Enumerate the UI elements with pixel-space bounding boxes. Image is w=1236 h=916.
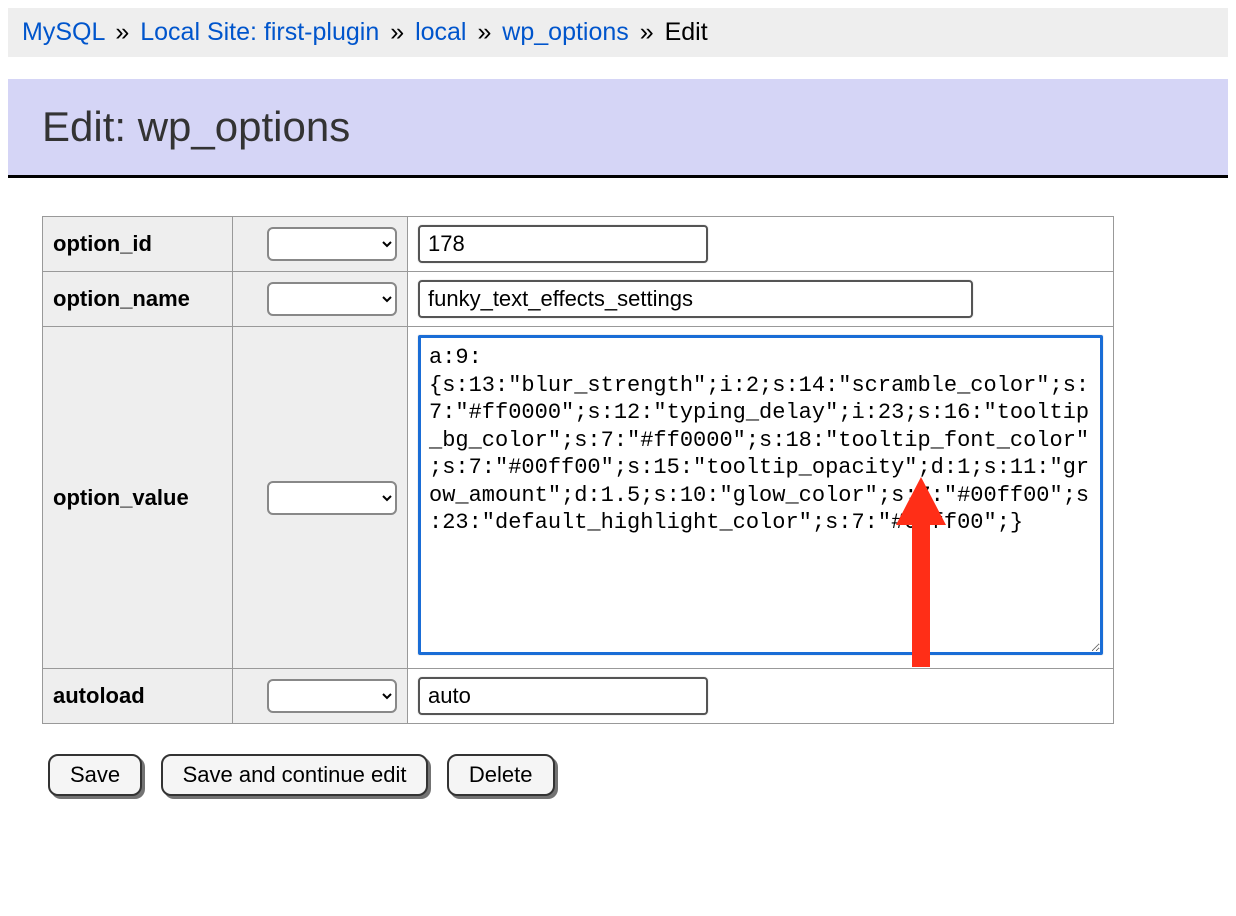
row-autoload: autoload [43, 669, 1114, 724]
page-title: Edit: wp_options [42, 103, 1194, 151]
input-autoload[interactable] [418, 677, 708, 715]
page-title-bar: Edit: wp_options [8, 79, 1228, 178]
textarea-option-value[interactable] [418, 335, 1103, 655]
row-option-name: option_name [43, 272, 1114, 327]
input-option-name[interactable] [418, 280, 973, 318]
form-actions: Save Save and continue edit Delete [42, 754, 1236, 796]
breadcrumb-link-server[interactable]: Local Site: first-plugin [140, 18, 379, 46]
delete-button[interactable]: Delete [447, 754, 555, 796]
function-select-option-id[interactable] [267, 227, 397, 261]
field-label-autoload: autoload [43, 669, 233, 724]
breadcrumb-link-database[interactable]: local [415, 18, 466, 46]
breadcrumb-link-table[interactable]: wp_options [502, 18, 628, 46]
save-continue-button[interactable]: Save and continue edit [161, 754, 429, 796]
function-select-autoload[interactable] [267, 679, 397, 713]
row-option-value: option_value [43, 327, 1114, 669]
breadcrumb-separator: » [390, 18, 404, 46]
breadcrumb-separator: » [115, 18, 129, 46]
breadcrumb-separator: » [640, 18, 654, 46]
breadcrumb-link-mysql[interactable]: MySQL [22, 18, 104, 46]
breadcrumb-separator: » [477, 18, 491, 46]
breadcrumb: MySQL » Local Site: first-plugin » local… [8, 8, 1228, 57]
save-button[interactable]: Save [48, 754, 142, 796]
function-select-option-name[interactable] [267, 282, 397, 316]
field-label-option-id: option_id [43, 217, 233, 272]
field-label-option-value: option_value [43, 327, 233, 669]
breadcrumb-current: Edit [665, 18, 708, 46]
input-option-id[interactable] [418, 225, 708, 263]
edit-form: option_id option_name option_value [0, 178, 1236, 796]
field-label-option-name: option_name [43, 272, 233, 327]
fields-table: option_id option_name option_value [42, 216, 1114, 724]
row-option-id: option_id [43, 217, 1114, 272]
function-select-option-value[interactable] [267, 481, 397, 515]
